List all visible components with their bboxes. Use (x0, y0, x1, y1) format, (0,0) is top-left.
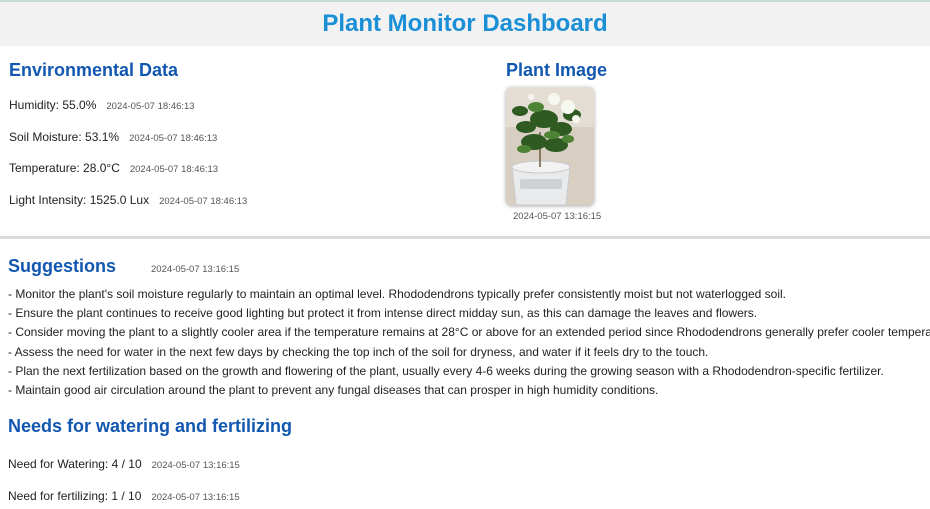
suggestion-item: - Consider moving the plant to a slightl… (8, 325, 930, 340)
need-text: Need for Watering: 4 / 10 (8, 457, 142, 471)
page-title: Plant Monitor Dashboard (322, 10, 608, 37)
reading-timestamp: 2024-05-07 18:46:13 (106, 101, 195, 112)
plant-photo-image (506, 87, 594, 205)
plant-photo[interactable] (506, 87, 594, 205)
watering-need: Need for Watering: 4 / 10 2024-05-07 13:… (8, 457, 608, 489)
reading-timestamp: 2024-05-07 18:46:13 (129, 164, 219, 175)
suggestions-list: - Monitor the plant's soil moisture regu… (8, 285, 930, 400)
dashboard-header: Plant Monitor Dashboard (0, 0, 930, 46)
light-intensity-reading: Light Intensity: 1525.0 Lux 2024-05-07 1… (9, 193, 479, 225)
need-timestamp: 2024-05-07 13:16:15 (151, 460, 240, 471)
reading-text: Temperature: 28.0°C (9, 161, 120, 175)
environmental-data-section: Environmental Data Humidity: 55.0% 2024-… (9, 60, 479, 224)
plant-image-timestamp: 2024-05-07 13:16:15 (513, 211, 602, 222)
needs-heading: Needs for watering and fertilizing (8, 416, 293, 436)
reading-timestamp: 2024-05-07 18:46:13 (159, 195, 248, 207)
temperature-reading: Temperature: 28.0°C 2024-05-07 18:46:13 (9, 161, 479, 193)
suggestion-item: - Assess the need for water in the next … (8, 344, 709, 359)
suggestion-item: - Maintain good air circulation around t… (8, 383, 659, 398)
reading-text: Light Intensity: 1525.0 Lux (9, 192, 150, 207)
suggestions-section: Suggestions 2024-05-07 13:16:15 - Monito… (8, 256, 930, 400)
need-timestamp: 2024-05-07 13:16:15 (151, 491, 240, 503)
suggestion-item: - Plan the next fertilization based on t… (8, 363, 884, 378)
reading-timestamp: 2024-05-07 18:46:13 (129, 132, 218, 144)
suggestion-item: - Monitor the plant's soil moisture regu… (8, 287, 787, 301)
humidity-reading: Humidity: 55.0% 2024-05-07 18:46:13 (9, 98, 479, 130)
suggestion-item: - Ensure the plant continues to receive … (8, 306, 758, 321)
suggestions-timestamp: 2024-05-07 13:16:15 (151, 264, 240, 275)
reading-text: Humidity: 55.0% (9, 98, 97, 112)
soil-moisture-reading: Soil Moisture: 53.1% 2024-05-07 18:46:13 (9, 130, 479, 162)
environmental-data-heading: Environmental Data (9, 60, 179, 80)
needs-section: Needs for watering and fertilizing Need … (8, 416, 608, 509)
reading-text: Soil Moisture: 53.1% (9, 129, 120, 144)
suggestions-heading: Suggestions (8, 256, 117, 276)
plant-image-heading: Plant Image (506, 60, 608, 80)
fertilizing-need: Need for fertilizing: 1 / 10 2024-05-07 … (8, 489, 608, 509)
plant-image-section: Plant Image 2024-05-07 13:16:15 (506, 60, 706, 222)
need-text: Need for fertilizing: 1 / 10 (8, 488, 142, 503)
section-divider (0, 236, 930, 239)
